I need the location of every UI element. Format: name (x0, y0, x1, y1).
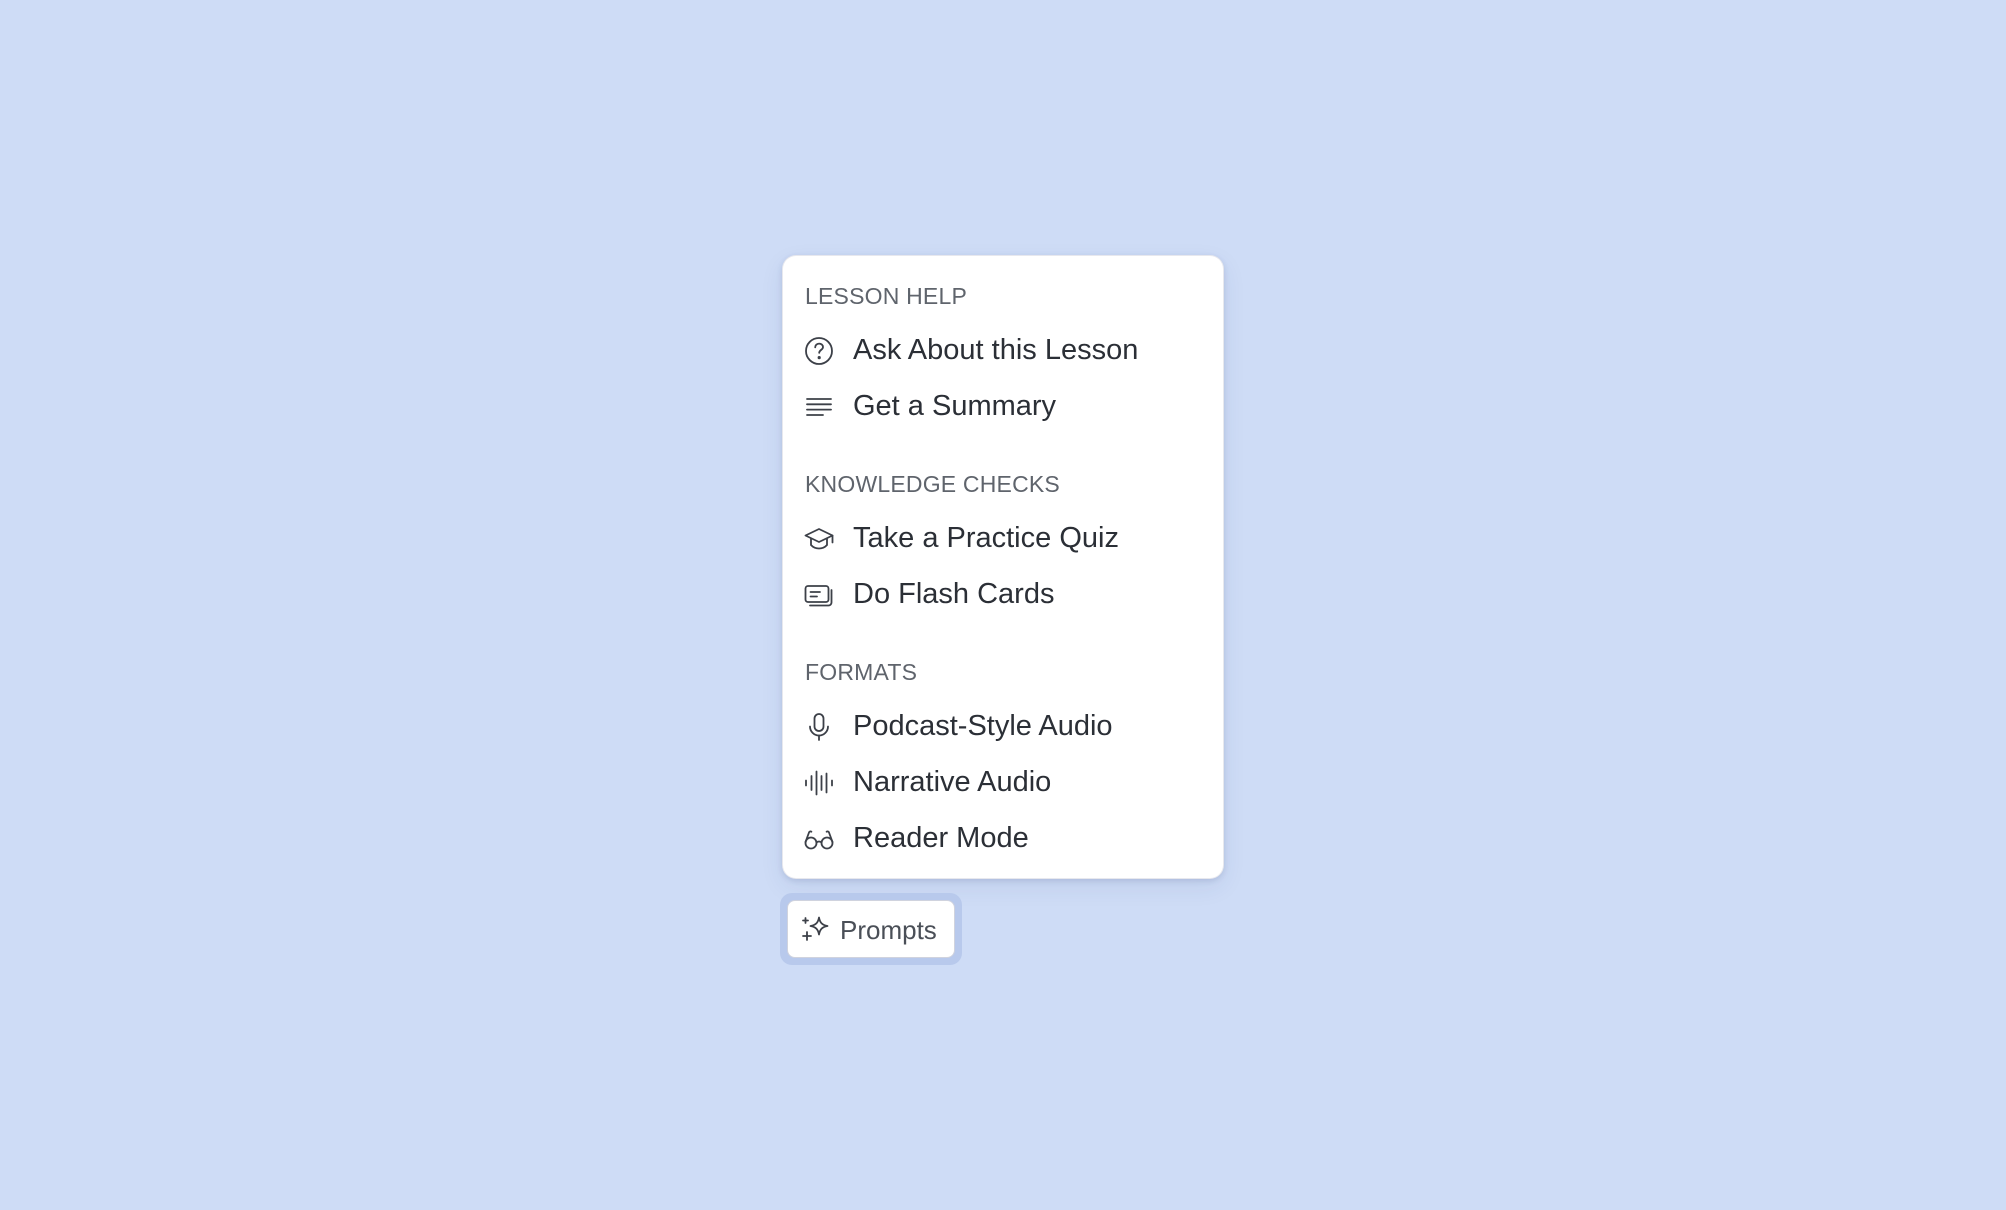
section-label-formats: FORMATS (805, 659, 918, 685)
question-circle-icon (803, 335, 835, 367)
menu-item-label: Take a Practice Quiz (853, 522, 1119, 554)
flash-cards-icon (803, 579, 835, 611)
menu-item-narrative-audio[interactable]: Narrative Audio (797, 756, 1209, 806)
menu-item-label: Narrative Audio (853, 766, 1052, 798)
prompts-button-focus-ring: Prompts (780, 893, 962, 965)
menu-item-label: Podcast-Style Audio (853, 710, 1113, 742)
sparkles-icon (800, 914, 832, 946)
menu-item-label: Do Flash Cards (853, 578, 1055, 610)
section-label-lesson-help: LESSON HELP (805, 283, 967, 309)
menu-item-podcast-audio[interactable]: Podcast-Style Audio (797, 700, 1209, 750)
prompts-menu: LESSON HELP Ask About this Lesson Get a … (782, 255, 1224, 879)
text-lines-icon (803, 391, 835, 423)
graduation-cap-icon (803, 523, 835, 555)
menu-item-label: Reader Mode (853, 822, 1029, 854)
audio-waveform-icon (803, 767, 835, 799)
section-label-knowledge-checks: KNOWLEDGE CHECKS (805, 471, 1060, 497)
menu-item-label: Get a Summary (853, 390, 1057, 422)
glasses-icon (803, 823, 835, 855)
page-background: LESSON HELP Ask About this Lesson Get a … (0, 0, 2006, 1210)
menu-item-flash-cards[interactable]: Do Flash Cards (797, 568, 1209, 618)
prompts-button-label: Prompts (840, 915, 937, 945)
menu-item-ask-about-lesson[interactable]: Ask About this Lesson (797, 324, 1209, 374)
menu-item-get-summary[interactable]: Get a Summary (797, 380, 1209, 430)
microphone-icon (803, 711, 835, 743)
prompts-button[interactable]: Prompts (787, 900, 955, 958)
menu-item-reader-mode[interactable]: Reader Mode (797, 812, 1209, 862)
menu-item-practice-quiz[interactable]: Take a Practice Quiz (797, 512, 1209, 562)
menu-item-label: Ask About this Lesson (853, 334, 1139, 366)
